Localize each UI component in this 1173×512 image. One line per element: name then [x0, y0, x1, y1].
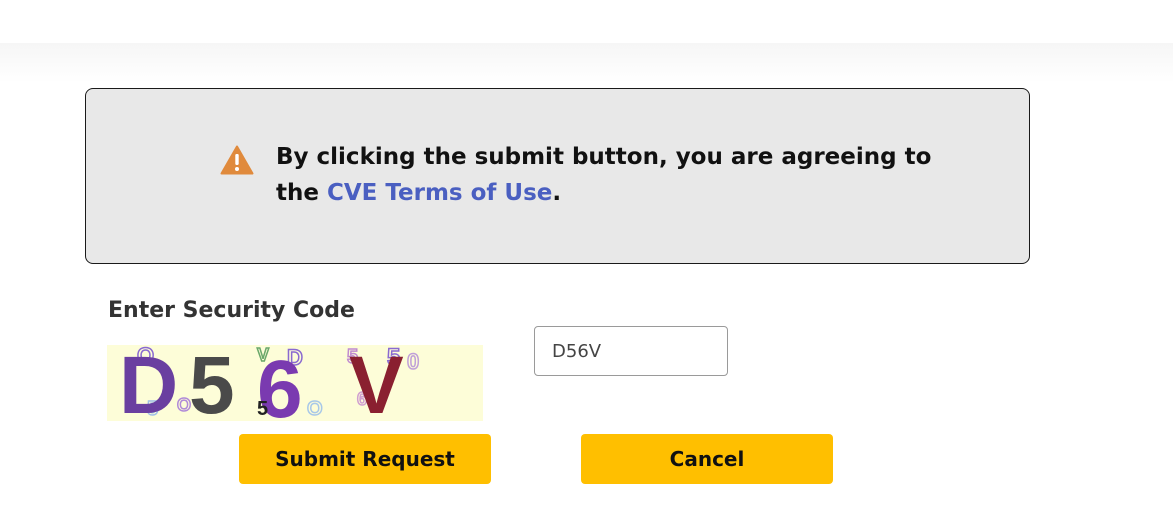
- cancel-button[interactable]: Cancel: [581, 434, 833, 484]
- terms-notice: By clicking the submit button, you are a…: [85, 88, 1030, 264]
- top-bar-shadow: [0, 43, 1173, 83]
- notice-text: By clicking the submit button, you are a…: [276, 139, 956, 211]
- svg-text:0: 0: [407, 349, 419, 374]
- captcha-graphic: O V D 5 5 0 5 O O 6 D 5 6 5 V: [119, 345, 420, 421]
- svg-text:O: O: [307, 398, 323, 420]
- top-bar: [0, 0, 1173, 43]
- svg-text:5: 5: [257, 398, 268, 420]
- cve-terms-link[interactable]: CVE Terms of Use: [327, 180, 552, 206]
- warning-triangle-icon: [220, 145, 254, 175]
- security-code-input[interactable]: [534, 326, 728, 376]
- svg-text:V: V: [349, 345, 404, 421]
- captcha-image: O V D 5 5 0 5 O O 6 D 5 6 5 V: [107, 345, 483, 421]
- svg-text:5: 5: [189, 345, 235, 421]
- notice-text-after: .: [552, 180, 562, 206]
- submit-request-button[interactable]: Submit Request: [239, 434, 491, 484]
- svg-text:D: D: [119, 345, 175, 421]
- security-code-label: Enter Security Code: [108, 298, 355, 323]
